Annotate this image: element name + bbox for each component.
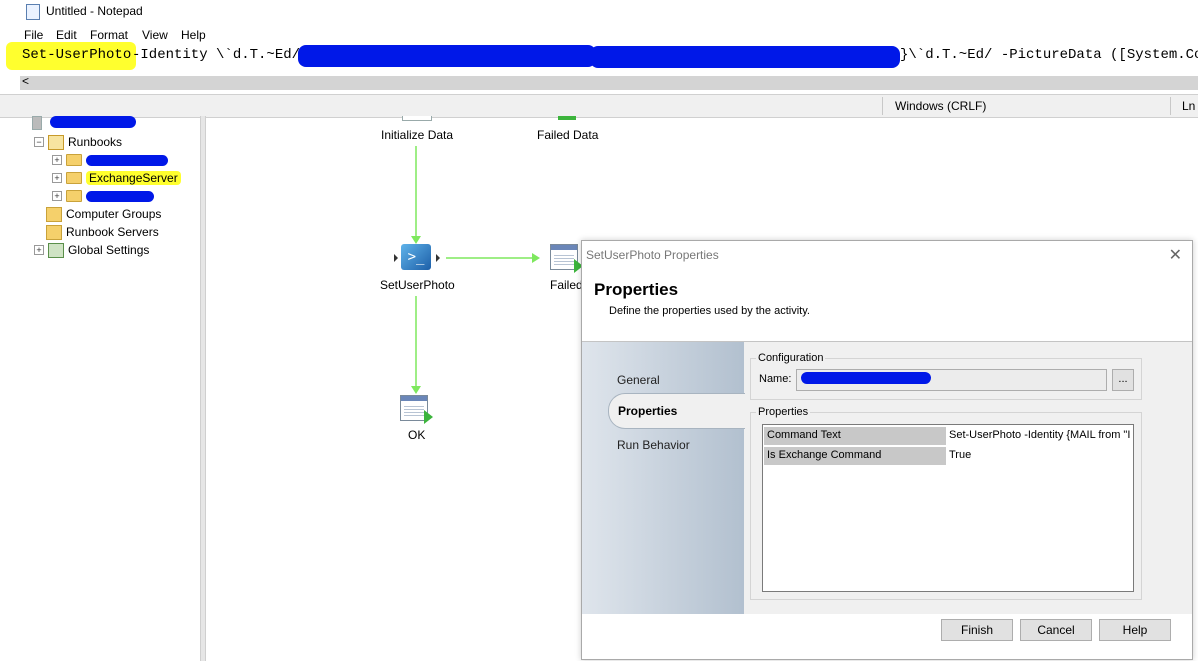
redaction-mark <box>86 190 154 202</box>
dialog-subtitle: Define the properties used by the activi… <box>609 305 810 317</box>
table-row[interactable]: Command Text Set-UserPhoto -Identity {MA… <box>764 427 1134 446</box>
property-key: Command Text <box>767 429 841 441</box>
input-connector <box>394 254 398 262</box>
collapse-icon[interactable]: − <box>34 137 44 147</box>
ok-activity-icon[interactable] <box>400 395 433 424</box>
line-number-status: Ln <box>1182 99 1196 113</box>
activity-label-failed-data: Failed Data <box>537 128 599 142</box>
dialog-heading: Properties <box>594 280 679 299</box>
failed-data-icon[interactable] <box>558 116 576 120</box>
close-icon[interactable]: ✕ <box>1169 245 1182 265</box>
folder-icon <box>66 172 82 184</box>
nav-properties-label: Properties <box>618 404 678 418</box>
command-args: -Identity \`d.T.~Ed/{ <box>132 47 309 63</box>
editor-text-area[interactable]: Set-UserPhoto -Identity \`d.T.~Ed/{ }\`d… <box>0 42 1198 70</box>
redaction-mark <box>86 154 168 166</box>
tree-item-runbook-servers[interactable]: Runbook Servers <box>46 223 159 241</box>
powershell-icon[interactable]: >_ <box>401 244 431 270</box>
tree-item-folder[interactable]: + <box>52 187 154 205</box>
property-value[interactable]: Set-UserPhoto -Identity {MAIL from "I <box>949 429 1134 441</box>
failed-activity-icon[interactable] <box>550 244 583 273</box>
tree-item-label: Runbook Servers <box>66 225 159 239</box>
folder-icon <box>66 154 82 166</box>
initialize-data-icon[interactable] <box>402 116 432 121</box>
runbooks-icon <box>48 134 64 150</box>
navigation-tree: − Runbooks + + ExchangeServer + Computer… <box>0 116 200 661</box>
command-text: Set-UserPhoto <box>22 47 132 63</box>
link-arrow <box>411 236 421 244</box>
tree-item-exchangeserver[interactable]: + ExchangeServer <box>52 169 181 187</box>
expand-icon[interactable]: + <box>52 155 62 165</box>
configuration-label: Configuration <box>756 352 826 364</box>
activity-label-ok: OK <box>408 428 426 442</box>
notepad-icon <box>26 4 40 20</box>
dialog-nav: General Properties Run Behavior <box>582 342 745 614</box>
activity-label-initialize-data: Initialize Data <box>381 128 454 142</box>
menu-view[interactable]: View <box>142 28 168 42</box>
activity-label-setuserphoto: SetUserPhoto <box>380 278 455 292</box>
status-bar: Windows (CRLF) Ln <box>0 94 1198 118</box>
status-divider <box>1170 97 1171 115</box>
command-args-end: }\`d.T.~Ed/ -PictureData ([System.Con <box>900 47 1198 63</box>
folder-icon <box>66 190 82 202</box>
name-label: Name: <box>759 373 792 385</box>
tree-item-label: ExchangeServer <box>86 171 181 185</box>
nav-general[interactable]: General <box>617 373 660 387</box>
tree-item-folder[interactable]: + <box>52 151 168 169</box>
tree-item-runbooks[interactable]: − Runbooks <box>34 133 122 151</box>
help-button[interactable]: Help <box>1099 619 1171 641</box>
nav-properties[interactable]: Properties <box>608 393 745 429</box>
property-value[interactable]: True <box>949 449 1134 461</box>
runbook-servers-icon <box>46 224 62 240</box>
notepad-title-bar: Untitled - Notepad <box>0 0 1198 24</box>
property-key: Is Exchange Command <box>767 449 882 461</box>
horizontal-scrollbar[interactable]: < <box>20 74 1198 90</box>
properties-group-label: Properties <box>756 406 811 418</box>
output-connector <box>436 254 440 262</box>
window-title: Untitled - Notepad <box>46 4 143 18</box>
redaction-mark <box>590 46 900 68</box>
menu-format[interactable]: Format <box>90 28 128 42</box>
tree-item-global-settings[interactable]: + Global Settings <box>34 241 149 259</box>
pane-splitter[interactable] <box>200 116 206 661</box>
name-browse-button[interactable]: ... <box>1112 369 1134 391</box>
global-settings-icon <box>48 242 64 258</box>
dialog-title: SetUserPhoto Properties <box>586 248 719 262</box>
link-arrow <box>411 386 421 394</box>
table-row[interactable]: Is Exchange Command True <box>764 447 1134 466</box>
menu-help[interactable]: Help <box>181 28 206 42</box>
computer-groups-icon <box>46 206 62 222</box>
dialog-body: General Properties Run Behavior Configur… <box>582 341 1192 614</box>
redaction-mark <box>801 372 931 384</box>
scroll-left-arrow[interactable]: < <box>22 74 29 88</box>
nav-run-behavior[interactable]: Run Behavior <box>617 438 690 452</box>
redaction-mark <box>50 116 136 128</box>
tree-item-label: Runbooks <box>68 135 123 149</box>
status-divider <box>882 97 883 115</box>
tree-item-computer-groups[interactable]: Computer Groups <box>46 205 161 223</box>
line-ending-status: Windows (CRLF) <box>895 99 987 113</box>
name-field[interactable] <box>796 369 1107 391</box>
expand-icon[interactable]: + <box>34 245 44 255</box>
tree-item-label: Computer Groups <box>66 207 162 221</box>
redaction-mark <box>298 45 596 67</box>
server-icon <box>32 116 42 130</box>
menu-edit[interactable]: Edit <box>56 28 77 42</box>
expand-icon[interactable]: + <box>52 173 62 183</box>
expand-icon[interactable]: + <box>52 191 62 201</box>
menu-file[interactable]: File <box>24 28 43 42</box>
cancel-button[interactable]: Cancel <box>1020 619 1092 641</box>
link-arrow <box>532 253 540 263</box>
properties-grid: Command Text Set-UserPhoto -Identity {MA… <box>762 424 1134 592</box>
finish-button[interactable]: Finish <box>941 619 1013 641</box>
tree-item-label: Global Settings <box>68 243 150 257</box>
properties-dialog: SetUserPhoto Properties ✕ Properties Def… <box>581 240 1193 660</box>
activity-label-failed: Failed <box>550 278 583 292</box>
